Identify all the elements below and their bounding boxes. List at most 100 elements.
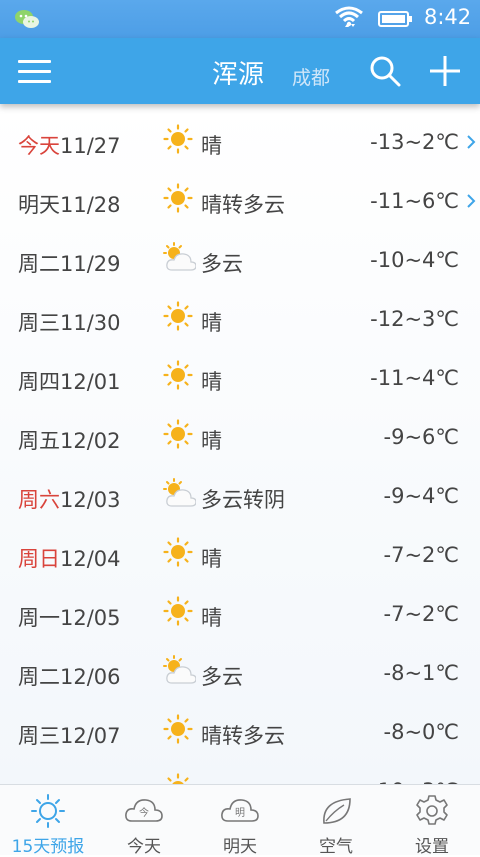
condition-text: 晴 bbox=[201, 547, 222, 571]
sun-icon bbox=[167, 773, 189, 784]
weekday-text: 周日 bbox=[18, 547, 60, 571]
forecast-row[interactable]: 周六12/03 多云转阴 -9~4℃ bbox=[0, 464, 480, 523]
forecast-row[interactable]: 周三12/07 晴转多云 -8~0℃ bbox=[0, 700, 480, 759]
tab-label: 设置 bbox=[415, 837, 449, 857]
temperature-text: -10~4℃ bbox=[370, 248, 459, 272]
tab-label: 15天预报 bbox=[11, 837, 85, 857]
sun-icon bbox=[163, 301, 193, 331]
tab-settings[interactable]: 设置 bbox=[384, 785, 480, 857]
temperature-text: -11~4℃ bbox=[370, 366, 459, 390]
day-label: 周二11/29 bbox=[18, 248, 121, 278]
temperature-text: -9~6℃ bbox=[383, 425, 459, 449]
condition-text: 多云 bbox=[201, 252, 243, 276]
sun-icon bbox=[163, 714, 193, 744]
sun-icon bbox=[163, 419, 193, 449]
plus-icon[interactable] bbox=[428, 54, 462, 88]
condition-text: 晴 bbox=[201, 606, 222, 630]
tab-today[interactable]: 今 今天 bbox=[96, 785, 192, 857]
cloud-today-icon: 今 bbox=[125, 799, 163, 822]
menu-button[interactable] bbox=[18, 56, 52, 86]
today-badge: 今 bbox=[139, 806, 149, 819]
battery-icon bbox=[378, 11, 412, 27]
leaf-icon bbox=[323, 798, 351, 824]
sun-icon bbox=[163, 360, 193, 390]
forecast-row[interactable]: 周一12/05 晴 -7~2℃ bbox=[0, 582, 480, 641]
date-text: 11/27 bbox=[60, 134, 121, 158]
date-text: 12/04 bbox=[60, 547, 121, 571]
weekday-text: 周二 bbox=[18, 665, 60, 689]
date-text: 11/30 bbox=[60, 311, 121, 335]
day-label: 明天11/28 bbox=[18, 189, 121, 219]
weekday-text: 今天 bbox=[18, 134, 60, 158]
condition-text: 晴 bbox=[201, 311, 222, 335]
city-title[interactable]: 浑源 bbox=[212, 54, 264, 91]
tab-label: 明天 bbox=[223, 837, 257, 857]
condition-text: 晴 bbox=[201, 134, 222, 158]
temperature-text: -9~4℃ bbox=[383, 484, 459, 508]
forecast-row[interactable]: 周日12/04 晴 -7~2℃ bbox=[0, 523, 480, 582]
day-label: 周一12/05 bbox=[18, 602, 121, 632]
tab-label: 空气 bbox=[319, 837, 353, 857]
condition-text: 晴 bbox=[201, 370, 222, 394]
condition-text: 晴 bbox=[201, 429, 222, 453]
day-label: 周二12/06 bbox=[18, 661, 121, 691]
weekday-text: 周二 bbox=[18, 252, 60, 276]
condition-text: 多云转阴 bbox=[201, 488, 285, 512]
cloudy-sun-icon bbox=[163, 242, 196, 271]
province-label: 成都 bbox=[292, 67, 331, 89]
date-text: 12/03 bbox=[60, 488, 121, 512]
wifi-icon bbox=[335, 6, 363, 27]
temperature-text: -13~2℃ bbox=[370, 130, 459, 154]
top-bar: 浑源 成都 bbox=[0, 38, 480, 104]
sun-icon bbox=[163, 596, 193, 626]
condition-text: 多云 bbox=[201, 665, 243, 689]
forecast-list[interactable]: 今天11/27 晴 -13~2℃ 明天11/28 晴转多云 -11~6℃ 周二1… bbox=[0, 104, 480, 784]
temperature-text: -8~1℃ bbox=[383, 661, 459, 685]
forecast-row[interactable]: 周四12/08 多云转晴 -10~3℃ bbox=[0, 759, 480, 784]
date-text: 12/07 bbox=[60, 724, 121, 748]
day-label: 周日12/04 bbox=[18, 543, 121, 573]
cloudy-sun-icon bbox=[163, 655, 196, 684]
search-icon[interactable] bbox=[368, 54, 402, 88]
temperature-text: -7~2℃ bbox=[383, 543, 459, 567]
day-label: 周四12/01 bbox=[18, 366, 121, 396]
temperature-text: -8~0℃ bbox=[383, 720, 459, 744]
clock-text: 8:42 bbox=[424, 5, 472, 29]
date-text: 12/05 bbox=[60, 606, 121, 630]
forecast-row[interactable]: 周五12/02 晴 -9~6℃ bbox=[0, 405, 480, 464]
condition-text: 晴转多云 bbox=[201, 193, 285, 217]
cloud-tomorrow-icon: 明 bbox=[221, 799, 259, 822]
tab-air[interactable]: 空气 bbox=[288, 785, 384, 857]
weekday-text: 周一 bbox=[18, 606, 60, 630]
day-label: 周五12/02 bbox=[18, 425, 121, 455]
forecast-row[interactable]: 今天11/27 晴 -13~2℃ bbox=[0, 110, 480, 169]
forecast-row[interactable]: 周二12/06 多云 -8~1℃ bbox=[0, 641, 480, 700]
forecast-row[interactable]: 周三11/30 晴 -12~3℃ bbox=[0, 287, 480, 346]
sun-outline-icon bbox=[31, 794, 65, 828]
forecast-row[interactable]: 明天11/28 晴转多云 -11~6℃ bbox=[0, 169, 480, 228]
gear-icon bbox=[416, 795, 448, 825]
wechat-icon bbox=[15, 10, 39, 28]
forecast-row[interactable]: 周二11/29 多云 -10~4℃ bbox=[0, 228, 480, 287]
chevron-right-icon bbox=[467, 194, 476, 208]
day-label: 周三12/07 bbox=[18, 720, 121, 750]
cloudy-sun-icon bbox=[163, 478, 196, 507]
date-text: 12/01 bbox=[60, 370, 121, 394]
forecast-row[interactable]: 周四12/01 晴 -11~4℃ bbox=[0, 346, 480, 405]
date-text: 12/02 bbox=[60, 429, 121, 453]
bottom-tab-bar: 15天预报 今 今天 明 明天 空气 设置 bbox=[0, 784, 480, 857]
temperature-text: -7~2℃ bbox=[383, 602, 459, 626]
weekday-text: 周六 bbox=[18, 488, 60, 512]
day-label: 周三11/30 bbox=[18, 307, 121, 337]
tab-tomorrow[interactable]: 明 明天 bbox=[192, 785, 288, 857]
chevron-right-icon bbox=[467, 135, 476, 149]
weekday-text: 周三 bbox=[18, 311, 60, 335]
sun-icon bbox=[163, 124, 193, 154]
tab-15-day-forecast[interactable]: 15天预报 bbox=[0, 785, 96, 857]
temperature-text: -11~6℃ bbox=[370, 189, 459, 213]
date-text: 12/06 bbox=[60, 665, 121, 689]
tab-label: 今天 bbox=[127, 837, 161, 857]
day-label: 今天11/27 bbox=[18, 130, 121, 160]
tomorrow-badge: 明 bbox=[235, 807, 245, 819]
weekday-text: 明天 bbox=[18, 193, 60, 217]
